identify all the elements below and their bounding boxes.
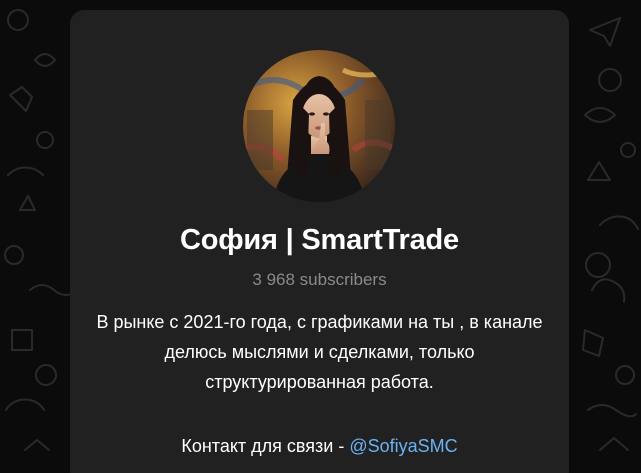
contact-username-link[interactable]: @SofiyaSMC xyxy=(349,436,457,456)
channel-description: В рынке с 2021-го года, с графиками на т… xyxy=(96,312,543,392)
channel-info-card: София | SmartTrade 3 968 subscribers В р… xyxy=(70,10,569,473)
avatar-photo-icon xyxy=(243,50,395,202)
subscriber-count: 3 968 subscribers xyxy=(252,270,387,289)
channel-avatar[interactable] xyxy=(243,50,395,202)
contact-prefix: Контакт для связи - xyxy=(181,436,350,456)
contact-line: Контакт для связи - @SofiyaSMC xyxy=(70,431,569,461)
channel-title: София | SmartTrade xyxy=(180,224,459,256)
